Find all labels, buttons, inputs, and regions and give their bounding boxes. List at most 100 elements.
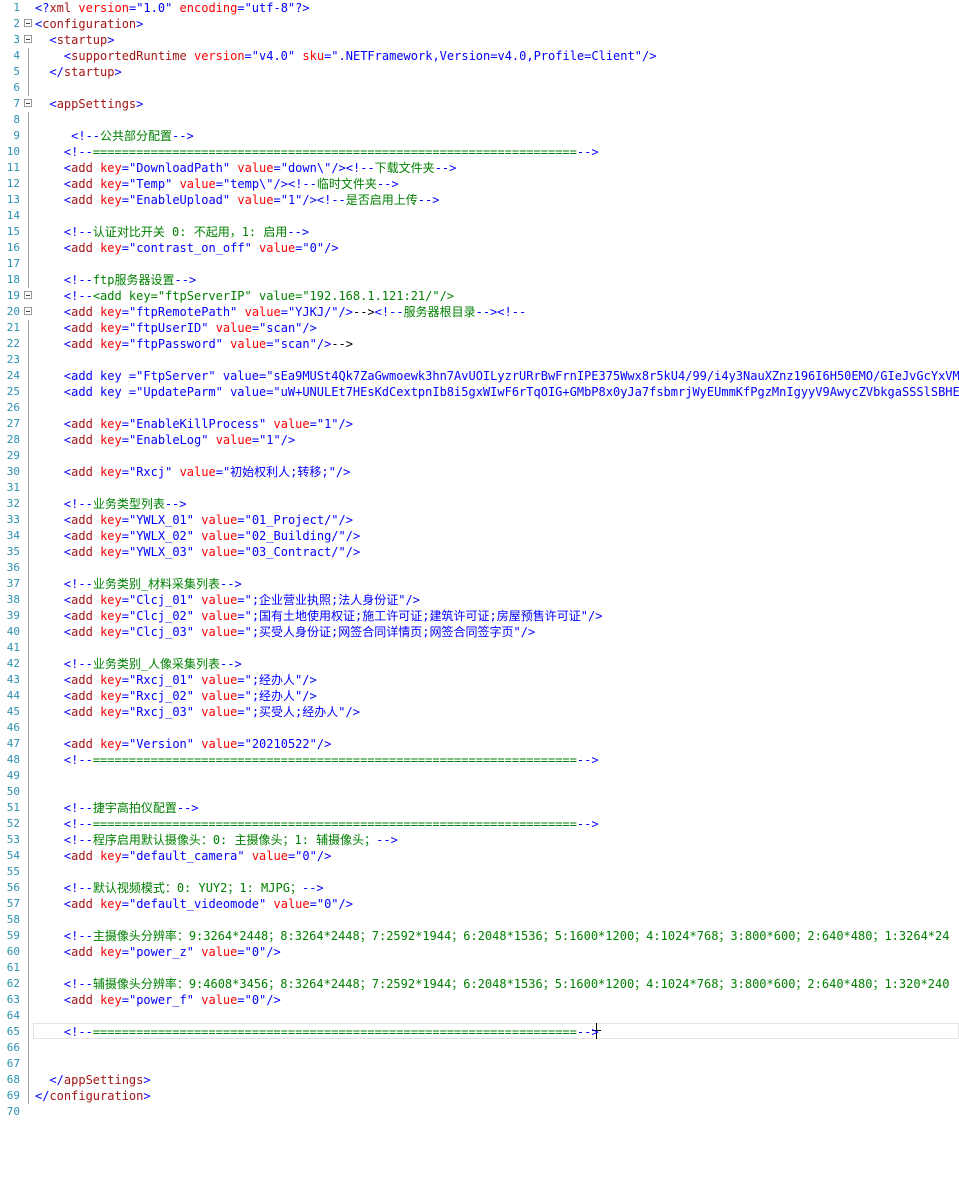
code-line[interactable]: 68 </appSettings> xyxy=(0,1072,959,1088)
code-text[interactable]: <add key="power_z" value="0"/> xyxy=(35,944,281,960)
code-line[interactable]: 45 <add key="Rxcj_03" value=";买受人;经办人"/> xyxy=(0,704,959,720)
code-line[interactable]: 57 <add key="default_videomode" value="0… xyxy=(0,896,959,912)
code-line[interactable]: 54 <add key="default_camera" value="0"/> xyxy=(0,848,959,864)
code-text[interactable]: <!--默认视频模式：0: YUY2；1: MJPG；--> xyxy=(35,880,324,896)
code-line[interactable]: 18 <!--ftp服务器设置--> xyxy=(0,272,959,288)
code-line[interactable]: 23 xyxy=(0,352,959,368)
code-text[interactable]: <!--公共部分配置--> xyxy=(35,128,194,144)
code-text[interactable]: <add key="YWLX_02" value="02_Building/"/… xyxy=(35,528,360,544)
code-line[interactable]: 11 <add key="DownloadPath" value="down\"… xyxy=(0,160,959,176)
code-text[interactable]: <add key="default_camera" value="0"/> xyxy=(35,848,331,864)
code-text[interactable]: <!--主摄像头分辨率：9:3264*2448；8:3264*2448；7:25… xyxy=(35,928,950,944)
code-line[interactable]: 43 <add key="Rxcj_01" value=";经办人"/> xyxy=(0,672,959,688)
xml-editor[interactable]: 1 <?xml version="1.0" encoding="utf-8"?> 2… xyxy=(0,0,959,1180)
code-text[interactable]: <add key="YWLX_01" value="01_Project/"/> xyxy=(35,512,353,528)
code-text[interactable]: <add key="EnableLog" value="1"/> xyxy=(35,432,295,448)
code-line[interactable]: 51 <!--捷宇高拍仪配置--> xyxy=(0,800,959,816)
collapse-icon[interactable] xyxy=(24,35,32,43)
code-line[interactable]: 65 <!--=================================… xyxy=(0,1024,959,1040)
code-text[interactable]: <add key="EnableUpload" value="1"/><!--是… xyxy=(35,192,440,208)
code-line[interactable]: 69 </configuration> xyxy=(0,1088,959,1104)
code-line[interactable]: 67 xyxy=(0,1056,959,1072)
code-text[interactable]: <!--业务类型列表--> xyxy=(35,496,187,512)
code-line[interactable]: 20 <add key="ftpRemotePath" value="YJKJ/… xyxy=(0,304,959,320)
code-text[interactable]: <!--ftp服务器设置--> xyxy=(35,272,196,288)
code-line[interactable]: 1 <?xml version="1.0" encoding="utf-8"?> xyxy=(0,0,959,16)
code-text[interactable]: <add key="Rxcj_03" value=";买受人;经办人"/> xyxy=(35,704,360,720)
code-line[interactable]: 25 <add key ="UpdateParm" value="uW+UNUL… xyxy=(0,384,959,400)
code-text[interactable]: <add key="Rxcj_01" value=";经办人"/> xyxy=(35,672,317,688)
code-line[interactable]: 46 xyxy=(0,720,959,736)
collapse-icon[interactable] xyxy=(24,19,32,27)
code-line[interactable]: 21 <add key="ftpUserID" value="scan"/> xyxy=(0,320,959,336)
code-text[interactable]: <appSettings> xyxy=(35,96,143,112)
code-text[interactable]: </startup> xyxy=(35,64,121,80)
code-line[interactable]: 60 <add key="power_z" value="0"/> xyxy=(0,944,959,960)
code-text[interactable]: <add key="Rxcj_02" value=";经办人"/> xyxy=(35,688,317,704)
code-text[interactable]: <!--辅摄像头分辨率：9:4608*3456；8:3264*2448；7:25… xyxy=(35,976,950,992)
code-line[interactable]: 26 xyxy=(0,400,959,416)
code-text[interactable]: <add key="ftpPassword" value="scan"/>--> xyxy=(35,336,353,352)
code-text[interactable]: <add key="Clcj_01" value=";企业营业执照;法人身份证"… xyxy=(35,592,420,608)
code-line[interactable]: 24 <add key ="FtpServer" value="sEa9MUSt… xyxy=(0,368,959,384)
code-line[interactable]: 38 <add key="Clcj_01" value=";企业营业执照;法人身… xyxy=(0,592,959,608)
code-line[interactable]: 48 <!--=================================… xyxy=(0,752,959,768)
code-text[interactable]: <add key="Temp" value="temp\"/><!--临时文件夹… xyxy=(35,176,399,192)
code-text[interactable]: <!--====================================… xyxy=(35,752,599,768)
code-text[interactable]: </configuration> xyxy=(35,1088,151,1104)
code-text[interactable]: <add key="power_f" value="0"/> xyxy=(35,992,281,1008)
code-text[interactable]: <add key="ftpRemotePath" value="YJKJ/"/>… xyxy=(35,304,526,320)
code-line[interactable]: 41 xyxy=(0,640,959,656)
code-line[interactable]: 50 xyxy=(0,784,959,800)
code-line[interactable]: 22 <add key="ftpPassword" value="scan"/>… xyxy=(0,336,959,352)
code-line[interactable]: 12 <add key="Temp" value="temp\"/><!--临时… xyxy=(0,176,959,192)
code-line[interactable]: 5 </startup> xyxy=(0,64,959,80)
code-line[interactable]: 34 <add key="YWLX_02" value="02_Building… xyxy=(0,528,959,544)
code-line[interactable]: 9 <!--公共部分配置--> xyxy=(0,128,959,144)
code-line[interactable]: 17 xyxy=(0,256,959,272)
code-line[interactable]: 33 <add key="YWLX_01" value="01_Project/… xyxy=(0,512,959,528)
code-line[interactable]: 14 xyxy=(0,208,959,224)
collapse-icon[interactable] xyxy=(24,99,32,107)
code-text[interactable]: <startup> xyxy=(35,32,114,48)
code-text[interactable]: <!--====================================… xyxy=(35,816,599,832)
code-line[interactable]: 28 <add key="EnableLog" value="1"/> xyxy=(0,432,959,448)
code-line[interactable]: 16 <add key="contrast_on_off" value="0"/… xyxy=(0,240,959,256)
code-line[interactable]: 4 <supportedRuntime version="v4.0" sku="… xyxy=(0,48,959,64)
code-text[interactable]: <!--====================================… xyxy=(35,1024,599,1040)
code-line[interactable]: 70 xyxy=(0,1104,959,1120)
code-line[interactable]: 40 <add key="Clcj_03" value=";买受人身份证;网签合… xyxy=(0,624,959,640)
code-text[interactable]: <add key ="FtpServer" value="sEa9MUSt4Qk… xyxy=(35,368,959,384)
code-line[interactable]: 55 xyxy=(0,864,959,880)
code-text[interactable]: <configuration> xyxy=(35,16,143,32)
code-text[interactable]: <add key="Version" value="20210522"/> xyxy=(35,736,331,752)
code-text[interactable]: <!--====================================… xyxy=(35,144,599,160)
code-text[interactable]: <add key="contrast_on_off" value="0"/> xyxy=(35,240,339,256)
collapse-icon[interactable] xyxy=(24,307,32,315)
code-line[interactable]: 63 <add key="power_f" value="0"/> xyxy=(0,992,959,1008)
collapse-icon[interactable] xyxy=(24,291,32,299)
code-text[interactable]: <add key="Clcj_03" value=";买受人身份证;网签合同详情… xyxy=(35,624,535,640)
code-line[interactable]: 66 xyxy=(0,1040,959,1056)
code-line[interactable]: 27 <add key="EnableKillProcess" value="1… xyxy=(0,416,959,432)
code-line[interactable]: 59 <!--主摄像头分辨率：9:3264*2448；8:3264*2448；7… xyxy=(0,928,959,944)
code-text[interactable]: <add key="EnableKillProcess" value="1"/> xyxy=(35,416,353,432)
code-line[interactable]: 37 <!--业务类别_材料采集列表--> xyxy=(0,576,959,592)
code-text[interactable]: </appSettings> xyxy=(35,1072,150,1088)
code-text[interactable]: <!--业务类别_人像采集列表--> xyxy=(35,656,242,672)
code-text[interactable]: <add key="Rxcj" value="初始权利人;转移;"/> xyxy=(35,464,350,480)
code-line[interactable]: 61 xyxy=(0,960,959,976)
code-text[interactable]: <add key="ftpUserID" value="scan"/> xyxy=(35,320,317,336)
code-line[interactable]: 53 <!--程序启用默认摄像头：0: 主摄像头；1: 辅摄像头；--> xyxy=(0,832,959,848)
code-line[interactable]: 2 <configuration> xyxy=(0,16,959,32)
code-line[interactable]: 58 xyxy=(0,912,959,928)
code-line[interactable]: 56 <!--默认视频模式：0: YUY2；1: MJPG；--> xyxy=(0,880,959,896)
code-line[interactable]: 52 <!--=================================… xyxy=(0,816,959,832)
code-line[interactable]: 10 <!--=================================… xyxy=(0,144,959,160)
code-text[interactable]: <add key="YWLX_03" value="03_Contract/"/… xyxy=(35,544,360,560)
code-line[interactable]: 19 <!--<add key="ftpServerIP" value="192… xyxy=(0,288,959,304)
code-text[interactable]: <!--程序启用默认摄像头：0: 主摄像头；1: 辅摄像头；--> xyxy=(35,832,398,848)
code-line[interactable]: 47 <add key="Version" value="20210522"/> xyxy=(0,736,959,752)
code-line[interactable]: 15 <!--认证对比开关 0: 不起用，1: 启用--> xyxy=(0,224,959,240)
code-line[interactable]: 35 <add key="YWLX_03" value="03_Contract… xyxy=(0,544,959,560)
